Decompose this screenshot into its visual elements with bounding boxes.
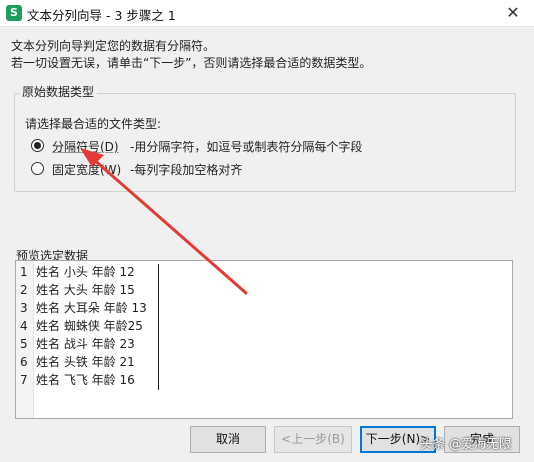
- description-line-2: 若一切设置无误，请单击“下一步”，否则请选择最合适的数据类型。: [11, 56, 372, 70]
- row-text: 姓名 头铁 年龄 21: [36, 355, 135, 369]
- fixed-width-radio[interactable]: [31, 162, 44, 175]
- close-icon[interactable]: ✕: [492, 0, 534, 26]
- row-number: 6: [20, 355, 28, 369]
- window-title: 文本分列向导 - 3 步骤之 1: [27, 8, 176, 23]
- row-number: 7: [20, 373, 28, 387]
- wps-app-icon: S: [6, 5, 22, 21]
- row-text: 姓名 飞飞 年龄 16: [36, 373, 135, 387]
- row-number: 5: [20, 337, 28, 351]
- prev-button[interactable]: <上一步(B): [274, 426, 352, 453]
- fixed-width-radio-label[interactable]: 固定宽度(W): [52, 161, 121, 178]
- file-type-prompt: 请选择最合适的文件类型:: [25, 117, 162, 131]
- row-number: 1: [20, 265, 28, 279]
- delimited-description: -用分隔字符，如逗号或制表符分隔每个字段: [130, 140, 363, 154]
- row-text: 姓名 大头 年龄 15: [36, 283, 135, 297]
- row-text: 姓名 蜘蛛侠 年龄25: [36, 319, 143, 333]
- delimited-radio[interactable]: [31, 139, 44, 152]
- row-text: 姓名 战斗 年龄 23: [36, 337, 135, 351]
- delimited-radio-label[interactable]: 分隔符号(D): [52, 138, 119, 155]
- preview-box[interactable]: 1 姓名 小头 年龄 12 2 姓名 大头 年龄 15 3 姓名 大耳朵 年龄 …: [15, 260, 513, 419]
- fixed-width-description: -每列字段加空格对齐: [130, 163, 243, 177]
- row-number: 2: [20, 283, 28, 297]
- groupbox-title: 原始数据类型: [19, 83, 98, 100]
- row-number: 3: [20, 301, 28, 315]
- row-text: 姓名 小头 年龄 12: [36, 265, 135, 279]
- row-text: 姓名 大耳朵 年龄 13: [36, 301, 147, 315]
- title-bar: S 文本分列向导 - 3 步骤之 1 ✕: [0, 0, 534, 27]
- row-number: 4: [20, 319, 28, 333]
- column-break-line: [158, 264, 159, 390]
- description-line-1: 文本分列向导判定您的数据有分隔符。: [11, 39, 216, 53]
- cancel-button[interactable]: 取消: [190, 426, 266, 453]
- watermark: 头条 @爱海无限: [420, 436, 512, 451]
